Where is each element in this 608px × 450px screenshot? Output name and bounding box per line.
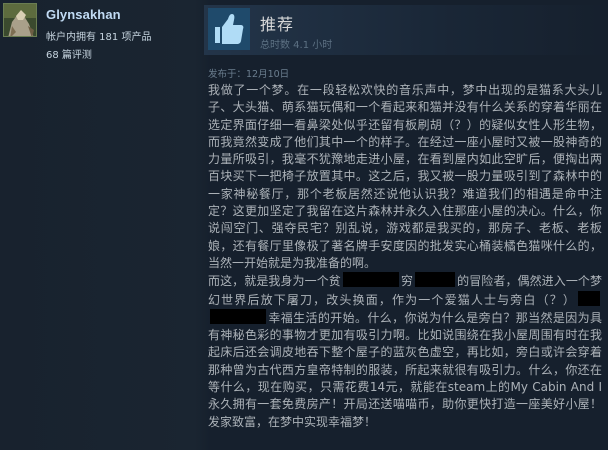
review-text-segment: 穷 bbox=[400, 274, 414, 289]
review-count[interactable]: 68 篇评测 bbox=[46, 46, 92, 61]
redacted-block bbox=[342, 272, 399, 288]
review-paragraph-2: 而这，就是我身为一个贫穷的冒险者，偶然进入一个梦幻世界后放下屠刀，改头换面，作为… bbox=[208, 272, 602, 431]
playtime: 总时数 4.1 小时 bbox=[260, 40, 333, 51]
author-panel: Glynsakhan 帐户内拥有 181 项产品 68 篇评测 bbox=[0, 0, 200, 450]
review-body: 我做了一个梦。在一段轻松欢快的音乐声中，梦中出现的是猫系大头儿子、大头猫、萌系猫… bbox=[208, 82, 602, 431]
persona-name[interactable]: Glynsakhan bbox=[46, 7, 121, 22]
redacted-block bbox=[415, 272, 456, 288]
avatar-image bbox=[4, 4, 36, 36]
thumbs-up-icon bbox=[208, 8, 250, 50]
review-paragraph-1: 我做了一个梦。在一段轻松欢快的音乐声中，梦中出现的是猫系大头儿子、大头猫、萌系猫… bbox=[208, 83, 602, 270]
review-card: Glynsakhan 帐户内拥有 181 项产品 68 篇评测 推荐 总时数 4… bbox=[0, 0, 608, 450]
redacted-block bbox=[210, 308, 266, 324]
redacted-block bbox=[578, 290, 600, 306]
avatar[interactable] bbox=[3, 3, 37, 37]
review-text-segment: 幸福生活的开始。什么，你说为什么是旁白？那当然是因为具有神秘色彩的事物才更加有吸… bbox=[208, 310, 602, 429]
vote-header: 推荐 总时数 4.1 小时 bbox=[204, 5, 608, 55]
thumbs-up-badge bbox=[208, 8, 250, 50]
posted-date: 发布于：12月10日 bbox=[208, 69, 290, 80]
verdict-title[interactable]: 推荐 bbox=[260, 11, 294, 35]
review-text-segment: 而这，就是我身为一个贫 bbox=[208, 274, 341, 289]
owned-games-count[interactable]: 帐户内拥有 181 项产品 bbox=[46, 28, 151, 43]
